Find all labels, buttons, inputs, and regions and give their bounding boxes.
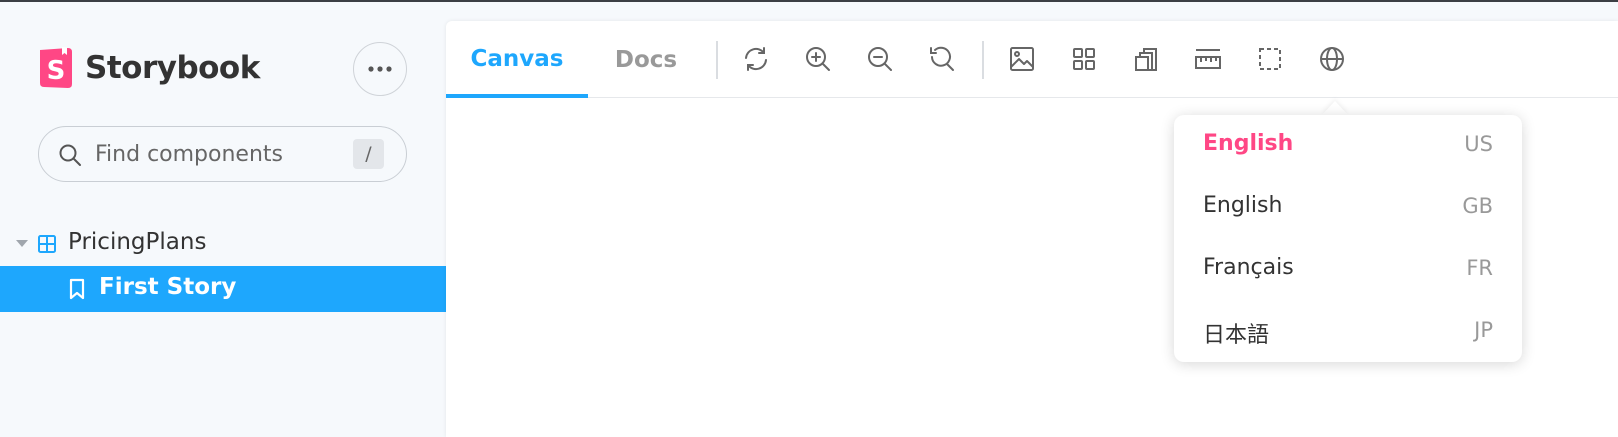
search-box[interactable]: / xyxy=(38,126,407,182)
tree-component-pricingplans[interactable]: PricingPlans xyxy=(0,224,446,264)
toolbar-divider xyxy=(716,41,718,79)
brand[interactable]: S Storybook xyxy=(38,46,260,90)
locale-option-code: US xyxy=(1464,132,1493,156)
svg-text:S: S xyxy=(47,56,66,86)
app-title: Storybook xyxy=(85,50,260,86)
locale-option-label: 日本語 xyxy=(1203,323,1270,348)
toolbar-divider xyxy=(982,41,984,79)
locale-option-en-gb[interactable]: English GB xyxy=(1174,177,1522,239)
component-icon xyxy=(38,235,56,253)
locale-option-label: English xyxy=(1203,131,1294,156)
search-input[interactable] xyxy=(95,137,345,171)
search-icon xyxy=(59,144,81,166)
tab-docs[interactable]: Docs xyxy=(588,21,704,98)
more-menu-button[interactable] xyxy=(353,42,407,96)
sync-icon xyxy=(745,47,767,71)
tree-component-label: PricingPlans xyxy=(68,229,207,255)
globe-icon xyxy=(1320,47,1344,71)
tab-canvas[interactable]: Canvas xyxy=(446,21,588,98)
viewport-button[interactable] xyxy=(1130,43,1162,75)
grid-icon xyxy=(1073,48,1095,70)
outline-button[interactable] xyxy=(1254,43,1286,75)
tree-story-label: First Story xyxy=(99,274,237,300)
zoom-out-button[interactable] xyxy=(864,43,896,75)
locale-option-jp[interactable]: 日本語 JP xyxy=(1174,301,1522,363)
zoom-in-button[interactable] xyxy=(802,43,834,75)
locale-option-code: GB xyxy=(1462,194,1493,218)
remount-button[interactable] xyxy=(740,43,772,75)
ellipsis-icon xyxy=(368,66,392,72)
locale-option-en-us[interactable]: English US xyxy=(1174,115,1522,177)
locale-option-label: Français xyxy=(1203,255,1294,280)
locale-option-fr[interactable]: Français FR xyxy=(1174,239,1522,301)
grid-button[interactable] xyxy=(1068,43,1100,75)
sidebar: S Storybook / PricingPlans First Story xyxy=(0,2,446,437)
zoom-in-icon xyxy=(806,47,830,71)
locale-option-label: English xyxy=(1203,193,1283,218)
storybook-logo-icon: S xyxy=(40,47,72,88)
background-icon xyxy=(1010,47,1034,71)
caret-down-icon[interactable] xyxy=(16,240,28,247)
measure-icon xyxy=(1195,49,1221,69)
toolbar: Canvas Docs xyxy=(446,21,1618,98)
locale-button[interactable] xyxy=(1316,43,1348,75)
zoom-out-icon xyxy=(868,47,892,71)
zoom-reset-button[interactable] xyxy=(926,43,958,75)
locale-dropdown: English US English GB Français FR 日本語 JP xyxy=(1174,115,1522,362)
zoom-reset-icon xyxy=(930,46,954,71)
background-button[interactable] xyxy=(1006,43,1038,75)
bookmark-icon xyxy=(69,278,85,300)
locale-option-code: FR xyxy=(1466,256,1493,280)
measure-button[interactable] xyxy=(1192,43,1224,75)
locale-option-code: JP xyxy=(1474,318,1493,342)
outline-icon xyxy=(1259,48,1281,70)
tree-story-first-story[interactable]: First Story xyxy=(0,266,446,312)
viewport-icon xyxy=(1135,48,1157,71)
dropdown-arrow xyxy=(1322,101,1348,115)
search-shortcut-badge: / xyxy=(353,139,384,169)
